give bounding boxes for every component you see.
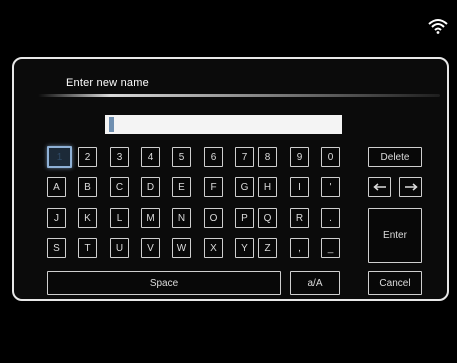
key-t[interactable]: T [78, 238, 97, 258]
case-toggle-key[interactable]: a/A [290, 271, 340, 295]
title-divider [38, 94, 440, 97]
cursor-left-key[interactable] [368, 177, 391, 197]
arrow-left-icon [372, 183, 386, 191]
cursor-right-key[interactable] [399, 177, 422, 197]
key-4[interactable]: 4 [141, 147, 160, 167]
key-g[interactable]: G [235, 177, 254, 197]
key-u[interactable]: U [110, 238, 129, 258]
key-w[interactable]: W [172, 238, 191, 258]
key-v[interactable]: V [141, 238, 160, 258]
key-5[interactable]: 5 [172, 147, 191, 167]
key-x[interactable]: X [204, 238, 223, 258]
key-7[interactable]: 7 [235, 147, 254, 167]
key-period[interactable]: . [321, 208, 340, 228]
key-3[interactable]: 3 [110, 147, 129, 167]
key-p[interactable]: P [235, 208, 254, 228]
delete-key[interactable]: Delete [368, 147, 422, 167]
key-6[interactable]: 6 [204, 147, 223, 167]
wifi-icon [428, 19, 448, 34]
name-input[interactable] [105, 115, 342, 134]
key-m[interactable]: M [141, 208, 160, 228]
space-key[interactable]: Space [47, 271, 281, 295]
key-y[interactable]: Y [235, 238, 254, 258]
key-underscore[interactable]: _ [321, 238, 340, 258]
dialog-title: Enter new name [66, 77, 149, 89]
key-e[interactable]: E [172, 177, 191, 197]
key-o[interactable]: O [204, 208, 223, 228]
enter-key[interactable]: Enter [368, 208, 422, 263]
key-i[interactable]: I [290, 177, 309, 197]
key-a[interactable]: A [47, 177, 66, 197]
key-c[interactable]: C [110, 177, 129, 197]
key-comma[interactable]: , [290, 238, 309, 258]
key-j[interactable]: J [47, 208, 66, 228]
key-s[interactable]: S [47, 238, 66, 258]
key-1[interactable]: 1 [47, 146, 72, 168]
key-k[interactable]: K [78, 208, 97, 228]
key-n[interactable]: N [172, 208, 191, 228]
key-apostrophe[interactable]: ' [321, 177, 340, 197]
key-9[interactable]: 9 [290, 147, 309, 167]
key-r[interactable]: R [290, 208, 309, 228]
key-q[interactable]: Q [258, 208, 277, 228]
key-b[interactable]: B [78, 177, 97, 197]
arrow-right-icon [404, 183, 418, 191]
key-f[interactable]: F [204, 177, 223, 197]
key-z[interactable]: Z [258, 238, 277, 258]
text-cursor [109, 117, 114, 132]
key-0[interactable]: 0 [321, 147, 340, 167]
key-l[interactable]: L [110, 208, 129, 228]
key-2[interactable]: 2 [78, 147, 97, 167]
key-h[interactable]: H [258, 177, 277, 197]
key-d[interactable]: D [141, 177, 160, 197]
key-8[interactable]: 8 [258, 147, 277, 167]
cancel-key[interactable]: Cancel [368, 271, 422, 295]
